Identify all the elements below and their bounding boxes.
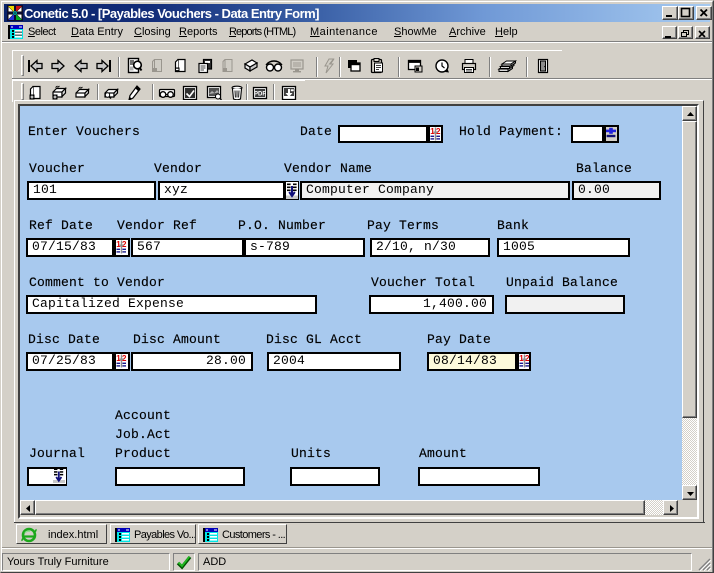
svg-text:PDF: PDF [254, 92, 266, 98]
